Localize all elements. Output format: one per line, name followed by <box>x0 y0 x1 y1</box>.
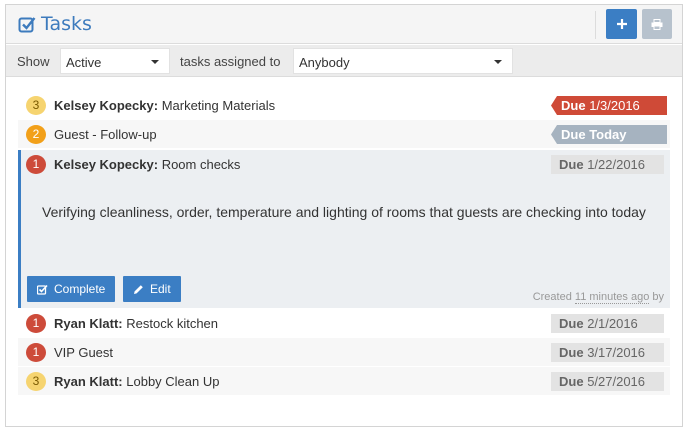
due-date-badge: Due 2/1/2016 <box>551 314 664 333</box>
complete-button[interactable]: Complete <box>27 276 116 302</box>
assigned-label: tasks assigned to <box>180 54 281 69</box>
priority-badge: 1 <box>26 343 46 362</box>
priority-badge: 2 <box>26 125 46 144</box>
task-assignee: Ryan Klatt: <box>54 374 123 389</box>
task-name: VIP Guest <box>54 345 114 360</box>
plus-icon <box>616 19 627 29</box>
status-filter-value: Active <box>66 55 102 70</box>
filter-bar: Show Active tasks assigned to Anybody <box>6 45 682 77</box>
task-assignee: Ryan Klatt: <box>54 316 123 331</box>
created-info: Created 11 minutes ago by <box>532 291 664 304</box>
checkbox-icon <box>18 17 36 33</box>
task-row[interactable]: 1 Kelsey Kopecky: Room checks Due 1/22/2… <box>21 150 670 178</box>
task-row[interactable]: 1 VIP Guest Due 3/17/2016 <box>18 338 670 366</box>
checkbox-icon <box>37 284 48 295</box>
chevron-down-icon <box>494 60 502 64</box>
task-row[interactable]: 2 Guest - Follow-up Due Today <box>18 120 670 148</box>
task-detail-expanded: 1 Kelsey Kopecky: Room checks Due 1/22/2… <box>18 150 670 308</box>
task-title: Ryan Klatt: Restock kitchen <box>54 316 218 331</box>
created-timestamp: 11 minutes ago <box>574 291 650 304</box>
print-icon <box>651 18 663 30</box>
print-button[interactable] <box>642 9 672 39</box>
edit-label: Edit <box>150 282 171 296</box>
task-name: Guest - Follow-up <box>54 127 157 142</box>
chevron-down-icon <box>151 60 159 64</box>
assignee-filter-select[interactable]: Anybody <box>293 48 513 74</box>
panel-header: Tasks <box>6 5 682 44</box>
page-title: Tasks <box>41 13 92 35</box>
task-title: Ryan Klatt: Lobby Clean Up <box>54 374 219 389</box>
task-name: Lobby Clean Up <box>126 374 220 389</box>
task-assignee: Kelsey Kopecky: <box>54 98 159 113</box>
task-title: Guest - Follow-up <box>54 127 157 142</box>
task-description: Verifying cleanliness, order, temperatur… <box>42 204 646 220</box>
complete-label: Complete <box>54 282 106 296</box>
priority-badge: 3 <box>26 372 46 391</box>
task-name: Marketing Materials <box>161 98 276 113</box>
task-row[interactable]: 3 Kelsey Kopecky: Marketing Materials Du… <box>18 91 670 119</box>
show-label: Show <box>17 54 50 69</box>
task-row[interactable]: 3 Ryan Klatt: Lobby Clean Up Due 5/27/20… <box>18 367 670 395</box>
assignee-filter-value: Anybody <box>299 55 350 70</box>
task-row[interactable]: 1 Ryan Klatt: Restock kitchen Due 2/1/20… <box>18 309 670 337</box>
add-task-button[interactable] <box>606 9 637 39</box>
due-date-badge: Due 5/27/2016 <box>551 372 664 391</box>
priority-badge: 1 <box>26 314 46 333</box>
task-title: VIP Guest <box>54 345 113 360</box>
edit-button[interactable]: Edit <box>123 276 181 302</box>
status-filter-select[interactable]: Active <box>60 48 170 74</box>
due-date-badge: Due 1/3/2016 <box>551 96 667 115</box>
task-assignee: Kelsey Kopecky: <box>54 157 159 172</box>
priority-badge: 3 <box>26 96 46 115</box>
header-divider <box>595 11 596 39</box>
task-name: Restock kitchen <box>126 316 219 331</box>
task-name: Room checks <box>161 157 241 172</box>
due-date-badge: Due Today <box>551 125 667 144</box>
task-title: Kelsey Kopecky: Marketing Materials <box>54 98 275 113</box>
task-title: Kelsey Kopecky: Room checks <box>54 157 240 172</box>
due-date-badge: Due 3/17/2016 <box>551 343 664 362</box>
panel-title: Tasks <box>18 13 92 35</box>
due-date-badge: Due 1/22/2016 <box>551 155 664 174</box>
pencil-icon <box>134 284 143 294</box>
priority-badge: 1 <box>26 155 46 174</box>
tasks-panel: Tasks Show Active tasks assigned to Anyb… <box>5 4 683 427</box>
